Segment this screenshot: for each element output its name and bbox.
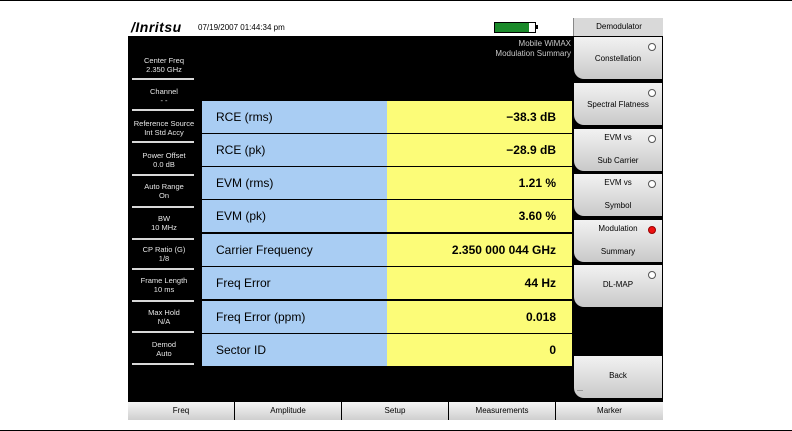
softkey-label: Constellation	[594, 54, 642, 63]
summary-value-freq-error-ppm: 0.018	[387, 301, 572, 333]
summary-label-sector-id: Sector ID	[202, 334, 387, 366]
measurement-mode: Mobile WiMAX Modulation Summary	[495, 39, 571, 59]
param-power-offset[interactable]: Power Offset 0.0 dB	[128, 151, 200, 169]
param-value: 1/8	[158, 254, 170, 263]
param-separator	[132, 238, 194, 240]
param-frame-length[interactable]: Frame Length 10 ms	[128, 276, 200, 294]
amplitude-button[interactable]: Amplitude	[235, 402, 342, 420]
summary-value-evm-pk: 3.60 %	[387, 200, 572, 232]
evm-vs-symbol-button[interactable]: EVM vs Symbol	[574, 174, 662, 216]
param-value: 10 MHz	[151, 223, 177, 232]
softkey-label-line2: Sub Carrier	[597, 156, 639, 165]
param-label: Demod	[151, 340, 177, 349]
param-channel[interactable]: Channel - -	[128, 87, 200, 105]
softkey-label-line2: Symbol	[604, 201, 632, 210]
back-hint: ---	[577, 388, 583, 394]
mode-standard: Mobile WiMAX	[518, 39, 571, 48]
param-demod[interactable]: Demod Auto	[128, 340, 200, 358]
softkey-label-line1: EVM vs	[604, 178, 632, 187]
param-label: Max Hold	[148, 308, 180, 317]
softkey-label-line2: Summary	[600, 247, 636, 256]
instrument-screen: /Inritsu 07/19/2007 01:44:34 pm Mobile W…	[128, 18, 663, 420]
summary-label-rce-pk: RCE (pk)	[202, 134, 387, 166]
param-separator	[132, 78, 194, 80]
mode-view: Modulation Summary	[495, 49, 571, 58]
brand-logo: /Inritsu	[131, 19, 182, 35]
param-separator	[132, 268, 194, 270]
summary-value-carrier-frequency: 2.350 000 044 GHz	[387, 234, 572, 266]
param-separator	[132, 363, 194, 365]
dl-map-button[interactable]: DL-MAP	[574, 265, 662, 307]
softkey-label: Spectral Flatness	[587, 100, 649, 109]
param-separator	[132, 141, 194, 143]
setup-button[interactable]: Setup	[342, 402, 449, 420]
param-value: - -	[160, 96, 168, 105]
softkey-label-line1: Modulation	[598, 224, 638, 233]
param-label: CP Ratio (G)	[142, 245, 186, 254]
summary-label-evm-pk: EVM (pk)	[202, 200, 387, 232]
summary-value-evm-rms: 1.21 %	[387, 167, 572, 199]
summary-label-freq-error-ppm: Freq Error (ppm)	[202, 301, 387, 333]
menu-title: Demodulator	[573, 18, 663, 36]
battery-level	[495, 23, 529, 32]
param-cp-ratio[interactable]: CP Ratio (G) 1/8	[128, 245, 200, 263]
radio-off-icon	[648, 89, 656, 97]
param-bw[interactable]: BW 10 MHz	[128, 214, 200, 232]
blank-softkey	[574, 310, 662, 352]
summary-value-rce-pk: −28.9 dB	[387, 134, 572, 166]
param-max-hold[interactable]: Max Hold N/A	[128, 308, 200, 326]
back-button[interactable]: Back ---	[574, 356, 662, 398]
param-value: Auto	[156, 349, 172, 358]
evm-vs-sub-carrier-button[interactable]: EVM vs Sub Carrier	[574, 129, 662, 171]
status-bar: /Inritsu 07/19/2007 01:44:34 pm	[128, 18, 573, 36]
param-value: 0.0 dB	[153, 160, 175, 169]
radio-off-icon	[648, 271, 656, 279]
summary-label-rce-rms: RCE (rms)	[202, 101, 387, 133]
param-label: Channel	[150, 87, 178, 96]
param-value: 10 ms	[153, 285, 175, 294]
param-value: 2.350 GHz	[146, 65, 182, 74]
summary-value-freq-error: 44 Hz	[387, 267, 572, 299]
top-rule	[0, 0, 792, 1]
summary-label-carrier-frequency: Carrier Frequency	[202, 234, 387, 266]
param-label: Auto Range	[144, 182, 184, 191]
param-value: N/A	[157, 317, 171, 326]
softkey-label: DL-MAP	[602, 280, 634, 289]
param-label: Power Offset	[142, 151, 186, 160]
spectral-flatness-button[interactable]: Spectral Flatness	[574, 83, 662, 125]
param-separator	[132, 174, 194, 176]
param-label: Center Freq	[143, 56, 185, 65]
param-separator	[132, 300, 194, 302]
param-separator	[132, 206, 194, 208]
param-label: Frame Length	[140, 276, 188, 285]
summary-value-sector-id: 0	[387, 334, 572, 366]
param-separator	[132, 109, 194, 111]
freq-button[interactable]: Freq	[128, 402, 235, 420]
summary-label-freq-error: Freq Error	[202, 267, 387, 299]
param-auto-range[interactable]: Auto Range On	[128, 182, 200, 200]
battery-icon	[494, 22, 536, 33]
battery-tip	[536, 25, 538, 29]
measurements-button[interactable]: Measurements	[449, 402, 556, 420]
param-reference-source[interactable]: Reference Source Int Std Accy	[128, 119, 200, 137]
radio-off-icon	[648, 43, 656, 51]
softkey-label-line1: EVM vs	[604, 133, 632, 142]
param-value: On	[158, 191, 169, 200]
param-label: BW	[157, 214, 171, 223]
param-label: Reference Source	[133, 119, 195, 128]
summary-value-rce-rms: −38.3 dB	[387, 101, 572, 133]
summary-label-evm-rms: EVM (rms)	[202, 167, 387, 199]
constellation-button[interactable]: Constellation	[574, 37, 662, 79]
timestamp: 07/19/2007 01:44:34 pm	[198, 23, 285, 32]
param-center-freq[interactable]: Center Freq 2.350 GHz	[128, 56, 200, 74]
param-separator	[132, 331, 194, 333]
param-value: Int Std Accy	[144, 128, 184, 137]
softkey-label: Back	[609, 371, 627, 380]
modulation-summary-button[interactable]: Modulation Summary	[574, 220, 662, 262]
marker-button[interactable]: Marker	[556, 402, 663, 420]
